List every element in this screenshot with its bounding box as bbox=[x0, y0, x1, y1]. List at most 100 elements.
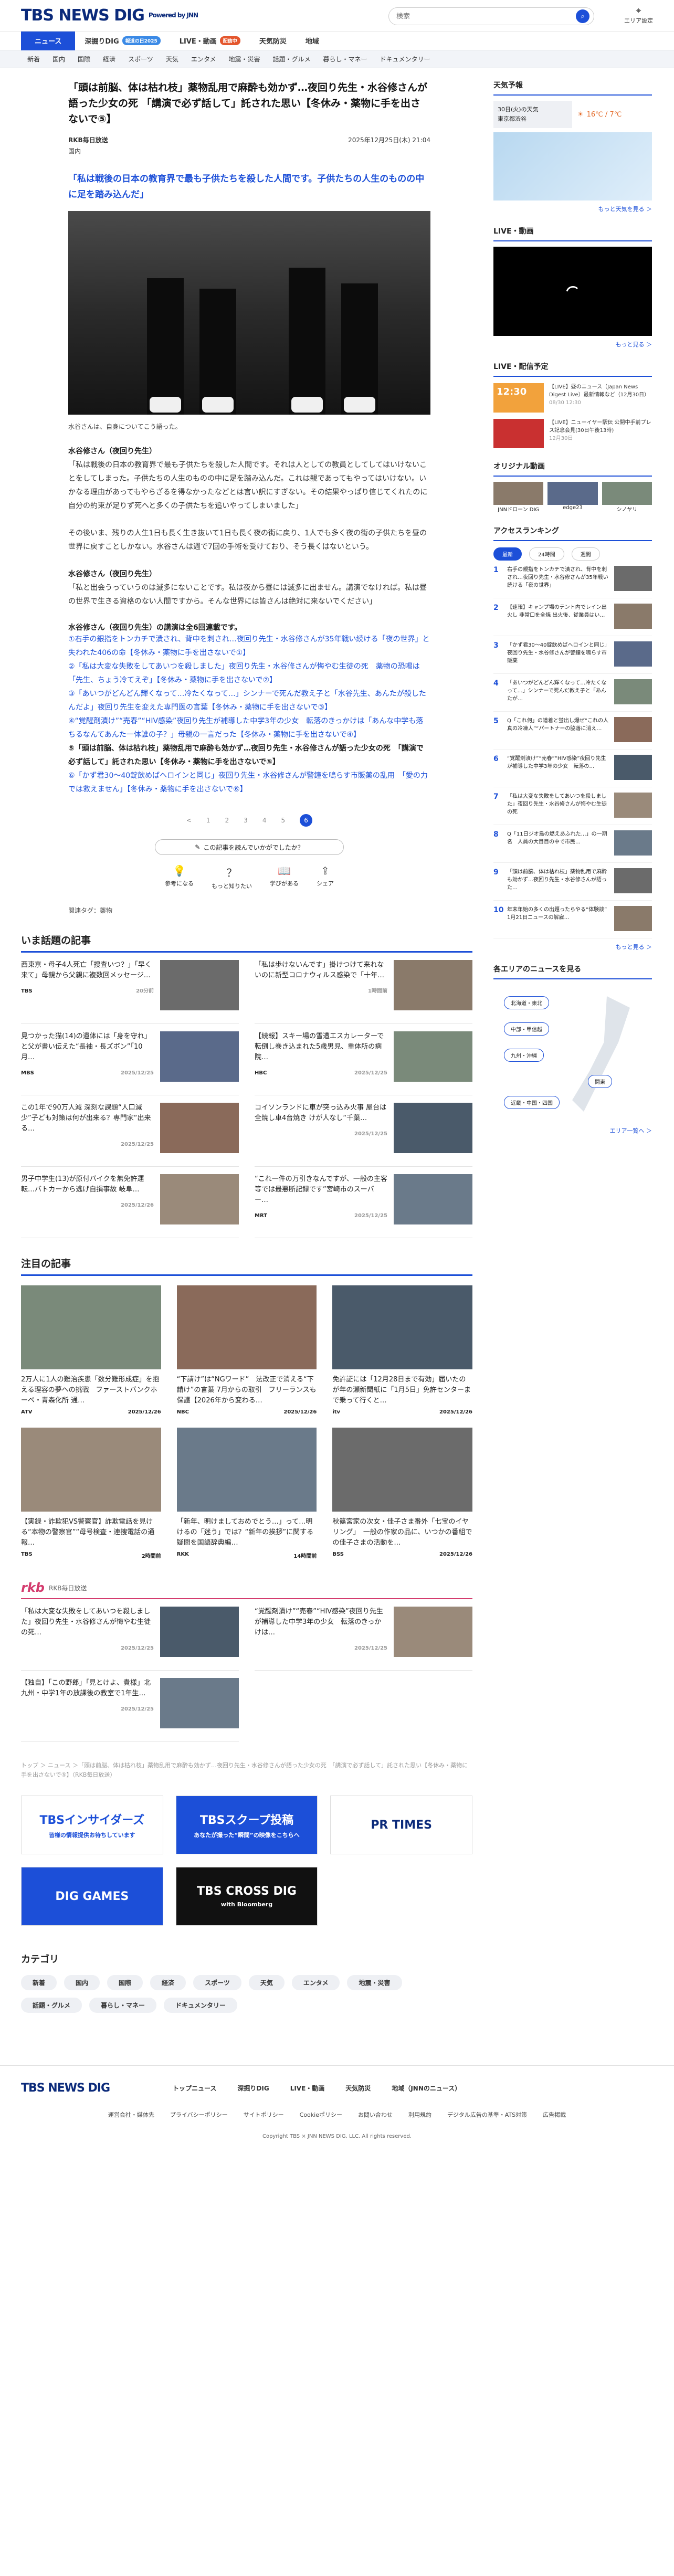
category-chip[interactable]: 話題・グルメ bbox=[21, 1998, 82, 2013]
page-link[interactable]: 5 bbox=[281, 817, 285, 824]
footer-sublink[interactable]: Cookieポリシー bbox=[300, 2110, 342, 2119]
nav-item-4[interactable]: 地域 bbox=[296, 31, 329, 50]
breadcrumb[interactable]: トップ ＞ ニュース ＞「頭は前脳、体は枯れ枝」薬物乱用で麻酔も効かず…夜回り先… bbox=[21, 1761, 472, 1780]
rkb-item[interactable]: 「私は大変な失敗をしてあいつを殺しました」夜回り先生・水谷修さんが悔やむ生徒の死… bbox=[21, 1599, 239, 1671]
rkb-item[interactable]: “覚醒剤漬け”“売春”“HIV感染”夜回り先生が補導した中学3年の少女 転落のき… bbox=[255, 1599, 472, 1671]
series-link[interactable]: ④“覚醒剤漬け”“売春”“HIV感染”夜回り先生が補導した中学3年の少女 転落の… bbox=[68, 714, 430, 742]
area-button[interactable]: 九州・沖縄 bbox=[504, 1049, 544, 1062]
footer-link[interactable]: 天気防災 bbox=[345, 2084, 371, 2093]
subnav-item-5[interactable]: 天気 bbox=[160, 55, 185, 64]
series-link[interactable]: ⑤「頭は前脳、体は枯れ枝」薬物乱用で麻酔も効かず…夜回り先生・水谷修さんが語った… bbox=[68, 742, 430, 769]
nav-item-2[interactable]: LIVE・動画 配信中 bbox=[170, 31, 250, 50]
trending-item[interactable]: この1年で90万人減 深刻な課題“人口減少”子ども対策は何が出来る？専門家“出来… bbox=[21, 1095, 239, 1167]
footer-link[interactable]: 地域（JNNのニュース） bbox=[392, 2084, 461, 2093]
schedule-item[interactable]: 12:30 【LIVE】昼のニュース（Japan News Digest Live… bbox=[493, 383, 652, 413]
ranking-item[interactable]: 2 【速報】キャンプ場のテント内でレイン出火し 非常口を全焼 出火後、従業員はい… bbox=[493, 604, 652, 636]
ranking-item[interactable]: 8 Q「11日ジオ鳥の燃えあふれた…」の一期名 人員の大目目の中で市民… bbox=[493, 830, 652, 863]
article-category[interactable]: 国内 bbox=[68, 146, 430, 155]
ranking-more-link[interactable]: もっと見る ＞ bbox=[493, 943, 652, 951]
series-link[interactable]: ②「私は大変な失敗をしてあいつを殺しました」夜回り先生・水谷修さんが悔やむ生徒の… bbox=[68, 660, 430, 687]
footer-link[interactable]: トップニュース bbox=[173, 2084, 216, 2093]
weather-map[interactable] bbox=[493, 132, 652, 200]
original-item[interactable]: シノヤリ bbox=[602, 482, 652, 513]
ranking-item[interactable]: 1 右手の親指をトンカチで潰され、背中を刺され…夜回り先生・水谷修さんが35年戦い… bbox=[493, 566, 652, 598]
page-link[interactable]: 3 bbox=[244, 817, 248, 824]
live-more-link[interactable]: もっと見る ＞ bbox=[493, 340, 652, 349]
reaction-button[interactable]: ？ もっと知りたい bbox=[212, 864, 252, 890]
banner-0[interactable]: TBSインサイダーズ 皆様の情報提供お待ちしています bbox=[21, 1796, 163, 1854]
trending-item[interactable]: コイソンランドに車が突っ込み火事 屋台は全焼し車4台焼き けが人なし“千葉… 20… bbox=[255, 1095, 472, 1167]
rkb-item[interactable]: 【独自】「この野郎」「見とけよ、貴様」北九州・中学1年の放課後の教室で1年生… 2… bbox=[21, 1671, 239, 1742]
subnav-item-1[interactable]: 国内 bbox=[46, 55, 71, 64]
live-player[interactable] bbox=[493, 247, 652, 336]
area-button[interactable]: 近畿・中国・四国 bbox=[504, 1096, 560, 1109]
trending-item[interactable]: 「私は歩けないんです」掛けつけて来れないのに新型コロナウィルス感染で「十年… 1時… bbox=[255, 953, 472, 1024]
page-link[interactable]: 6 bbox=[300, 814, 313, 827]
ranking-tab[interactable]: 24時間 bbox=[529, 547, 564, 561]
footer-sublink[interactable]: 運営会社・媒体先 bbox=[108, 2110, 154, 2119]
featured-card[interactable]: 秋篠宮家の次女・佳子さま番外「七宝のイヤリング」 一般の作家の品に、いつかの番組… bbox=[332, 1428, 472, 1559]
featured-card[interactable]: 2万人に1人の難治疾患「数分難形成症」を抱える理容の夢への挑戦 ファーストバンク… bbox=[21, 1285, 161, 1415]
footer-link[interactable]: 深掘りDIG bbox=[237, 2084, 269, 2093]
nav-item-3[interactable]: 天気防災 bbox=[250, 31, 296, 50]
subnav-item-8[interactable]: 話題・グルメ bbox=[267, 55, 317, 64]
ranking-tab[interactable]: 週間 bbox=[571, 547, 600, 561]
subnav-item-6[interactable]: エンタメ bbox=[185, 55, 223, 64]
area-button[interactable]: 北海道・東北 bbox=[504, 996, 549, 1009]
search-input[interactable] bbox=[396, 12, 576, 20]
banner-2[interactable]: PR TIMES bbox=[330, 1796, 472, 1854]
subnav-item-7[interactable]: 地震・災害 bbox=[222, 55, 266, 64]
ranking-item[interactable]: 5 Q「これ何」の道着と蛍出し爆ぜ“これの人真の冷凍人”“パートナーの脇落に消え… bbox=[493, 717, 652, 749]
original-item[interactable]: edge23 bbox=[547, 482, 598, 513]
related-tags[interactable]: 関連タグ：薬物 bbox=[68, 906, 430, 915]
schedule-item[interactable]: 【LIVE】ニューイヤー駅伝 公開中手前プレス記念会見(30日午後13時) 12月… bbox=[493, 419, 652, 448]
category-chip[interactable]: 新着 bbox=[21, 1975, 57, 1990]
subnav-item-9[interactable]: 暮らし・マネー bbox=[317, 55, 374, 64]
ranking-item[interactable]: 4 「あいつがどんどん輝くなって…冷たくなって…」シンナーで死んだ教え子と「あんた… bbox=[493, 679, 652, 712]
area-more-link[interactable]: エリア一覧へ ＞ bbox=[493, 1126, 652, 1135]
footer-sublink[interactable]: デジタル広告の基準・ATS対策 bbox=[447, 2110, 527, 2119]
subnav-item-3[interactable]: 経済 bbox=[97, 55, 122, 64]
footer-sublink[interactable]: 広告掲載 bbox=[543, 2110, 566, 2119]
reaction-button[interactable]: 💡 参考になる bbox=[165, 864, 194, 890]
nav-item-1[interactable]: 深掘りDIG 報道の日2025 bbox=[75, 31, 170, 50]
series-link[interactable]: ③「あいつがどんどん輝くなって…冷たくなって…」シンナーで死んだ教え子と「水谷先… bbox=[68, 687, 430, 714]
category-chip[interactable]: ドキュメンタリー bbox=[164, 1998, 238, 2013]
featured-card[interactable]: 免許証には「12月28日まで有効」届いたのが年の瀬新聞紙に「1月5日」免許センタ… bbox=[332, 1285, 472, 1415]
trending-item[interactable]: 見つかった猫(14)の遺体には「身を守れ」と父が書い伝えた“長袖・長ズボン”「1… bbox=[21, 1024, 239, 1095]
rkb-logo[interactable]: rkb bbox=[21, 1580, 45, 1595]
subnav-item-2[interactable]: 国際 bbox=[71, 55, 97, 64]
category-chip[interactable]: 国内 bbox=[64, 1975, 100, 1990]
area-setting[interactable]: ⌖ エリア設定 bbox=[624, 5, 653, 25]
site-logo[interactable]: TBS NEWS DIG Powered by JNN bbox=[21, 6, 198, 25]
ranking-item[interactable]: 9 「頭は前脳、体は枯れ枝」薬物乱用で麻酔も効かず…夜回り先生・水谷修さんが語った… bbox=[493, 868, 652, 901]
category-chip[interactable]: 国際 bbox=[107, 1975, 143, 1990]
footer-sublink[interactable]: プライバシーポリシー bbox=[170, 2110, 228, 2119]
category-chip[interactable]: 経済 bbox=[150, 1975, 186, 1990]
page-link[interactable]: 2 bbox=[225, 817, 229, 824]
page-link[interactable]: 1 bbox=[206, 817, 210, 824]
ranking-item[interactable]: 7 「私は大変な失敗をしてあいつを殺しました」夜回り先生・水谷修さんが悔やむ生徒の… bbox=[493, 793, 652, 825]
featured-card[interactable]: “下請け”は“NGワード” 法改正で消える“下請け”の言葉 7月からの取引 フリ… bbox=[176, 1285, 317, 1415]
category-chip[interactable]: 天気 bbox=[248, 1975, 285, 1990]
original-item[interactable]: JNNドローン DIG bbox=[493, 482, 544, 513]
reaction-button[interactable]: ⇪ シェア bbox=[317, 864, 334, 890]
subnav-item-4[interactable]: スポーツ bbox=[122, 55, 160, 64]
subnav-item-10[interactable]: ドキュメンタリー bbox=[374, 55, 437, 64]
page-link[interactable]: 4 bbox=[262, 817, 267, 824]
ranking-tab[interactable]: 最新 bbox=[493, 547, 522, 561]
search-icon[interactable]: ⌕ bbox=[576, 9, 589, 23]
category-chip[interactable]: 地震・災害 bbox=[347, 1975, 402, 1990]
banner-3[interactable]: DIG GAMES bbox=[21, 1867, 163, 1926]
banner-1[interactable]: TBSスクープ投稿 あなたが撮った“瞬間”の映像をこちらへ bbox=[175, 1796, 318, 1854]
weather-more-link[interactable]: もっと天気を見る ＞ bbox=[493, 205, 652, 213]
category-chip[interactable]: エンタメ bbox=[291, 1975, 340, 1990]
area-button[interactable]: 関東 bbox=[588, 1075, 612, 1088]
featured-card[interactable]: 「新年、明けましておめでとう…」って…明けるの「迷う」では？“新年の挨拶”に関す… bbox=[176, 1428, 317, 1559]
nav-item-0[interactable]: ニュース bbox=[21, 31, 76, 50]
banner-4[interactable]: TBS CROSS DIG with Bloomberg bbox=[175, 1867, 318, 1926]
category-chip[interactable]: スポーツ bbox=[193, 1975, 241, 1990]
series-link[interactable]: ①右手の銀指をトンカチで潰され、背中を刺され…夜回り先生・水谷修さんが35年戦い… bbox=[68, 632, 430, 660]
category-chip[interactable]: 暮らし・マネー bbox=[89, 1998, 157, 2013]
ranking-item[interactable]: 6 “覚醒剤漬け”“売春”“HIV感染”夜回り先生が補導した中学3年の少女 転落の… bbox=[493, 755, 652, 787]
